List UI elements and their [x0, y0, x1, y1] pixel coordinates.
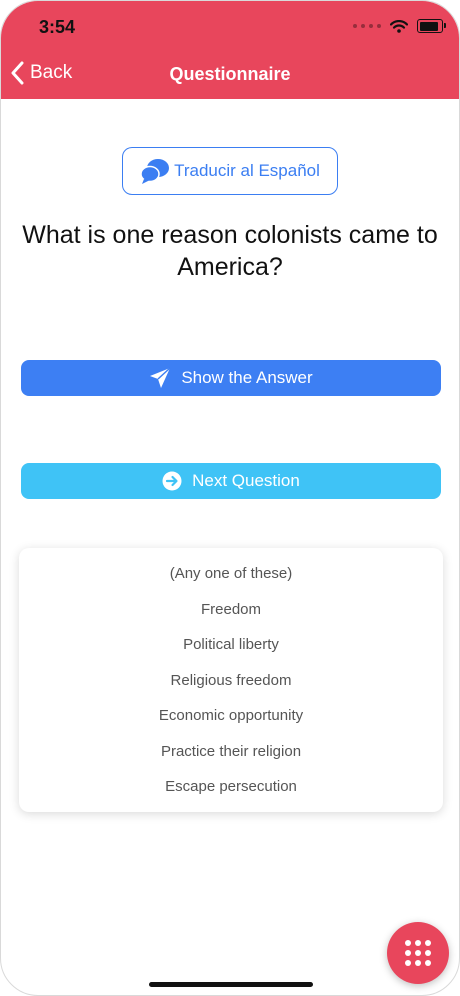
answer-line: Religious freedom — [170, 672, 292, 689]
page-title: Questionnaire — [169, 64, 291, 84]
translate-button[interactable]: Traducir al Español — [122, 147, 338, 195]
answer-line: (Any one of these) — [169, 565, 293, 582]
show-answer-button[interactable]: Show the Answer — [21, 360, 441, 396]
answer-card: (Any one of these) Freedom Political lib… — [19, 548, 443, 812]
navigation-header: 3:54 Back Questionnaire — [1, 1, 459, 99]
answer-line: Practice their religion — [160, 743, 302, 760]
battery-icon — [417, 19, 446, 33]
next-question-button[interactable]: Next Question — [21, 463, 441, 499]
menu-fab-button[interactable] — [387, 922, 449, 984]
status-time: 3:54 — [39, 17, 76, 37]
answer-line: Escape persecution — [165, 778, 297, 795]
answer-line: Freedom — [200, 601, 262, 618]
arrow-circle-right-icon — [162, 471, 182, 491]
signal-icon — [353, 24, 381, 28]
answer-line: Economic opportunity — [158, 707, 304, 724]
show-answer-label: Show the Answer — [181, 368, 313, 387]
paper-plane-icon — [150, 367, 171, 388]
status-icons — [353, 19, 446, 33]
home-indicator[interactable] — [149, 982, 313, 987]
wifi-icon — [390, 19, 408, 33]
grid-menu-icon — [405, 940, 431, 966]
phone-screen: 3:54 Back Questionnaire Traducir al Espa… — [0, 0, 460, 996]
translate-label: Traducir al Español — [174, 161, 320, 180]
question-text: What is one reason colonists came to Ame… — [22, 221, 438, 281]
answer-line: Political liberty — [183, 636, 279, 653]
chat-bubbles-icon — [140, 159, 170, 184]
next-question-label: Next Question — [192, 471, 300, 490]
